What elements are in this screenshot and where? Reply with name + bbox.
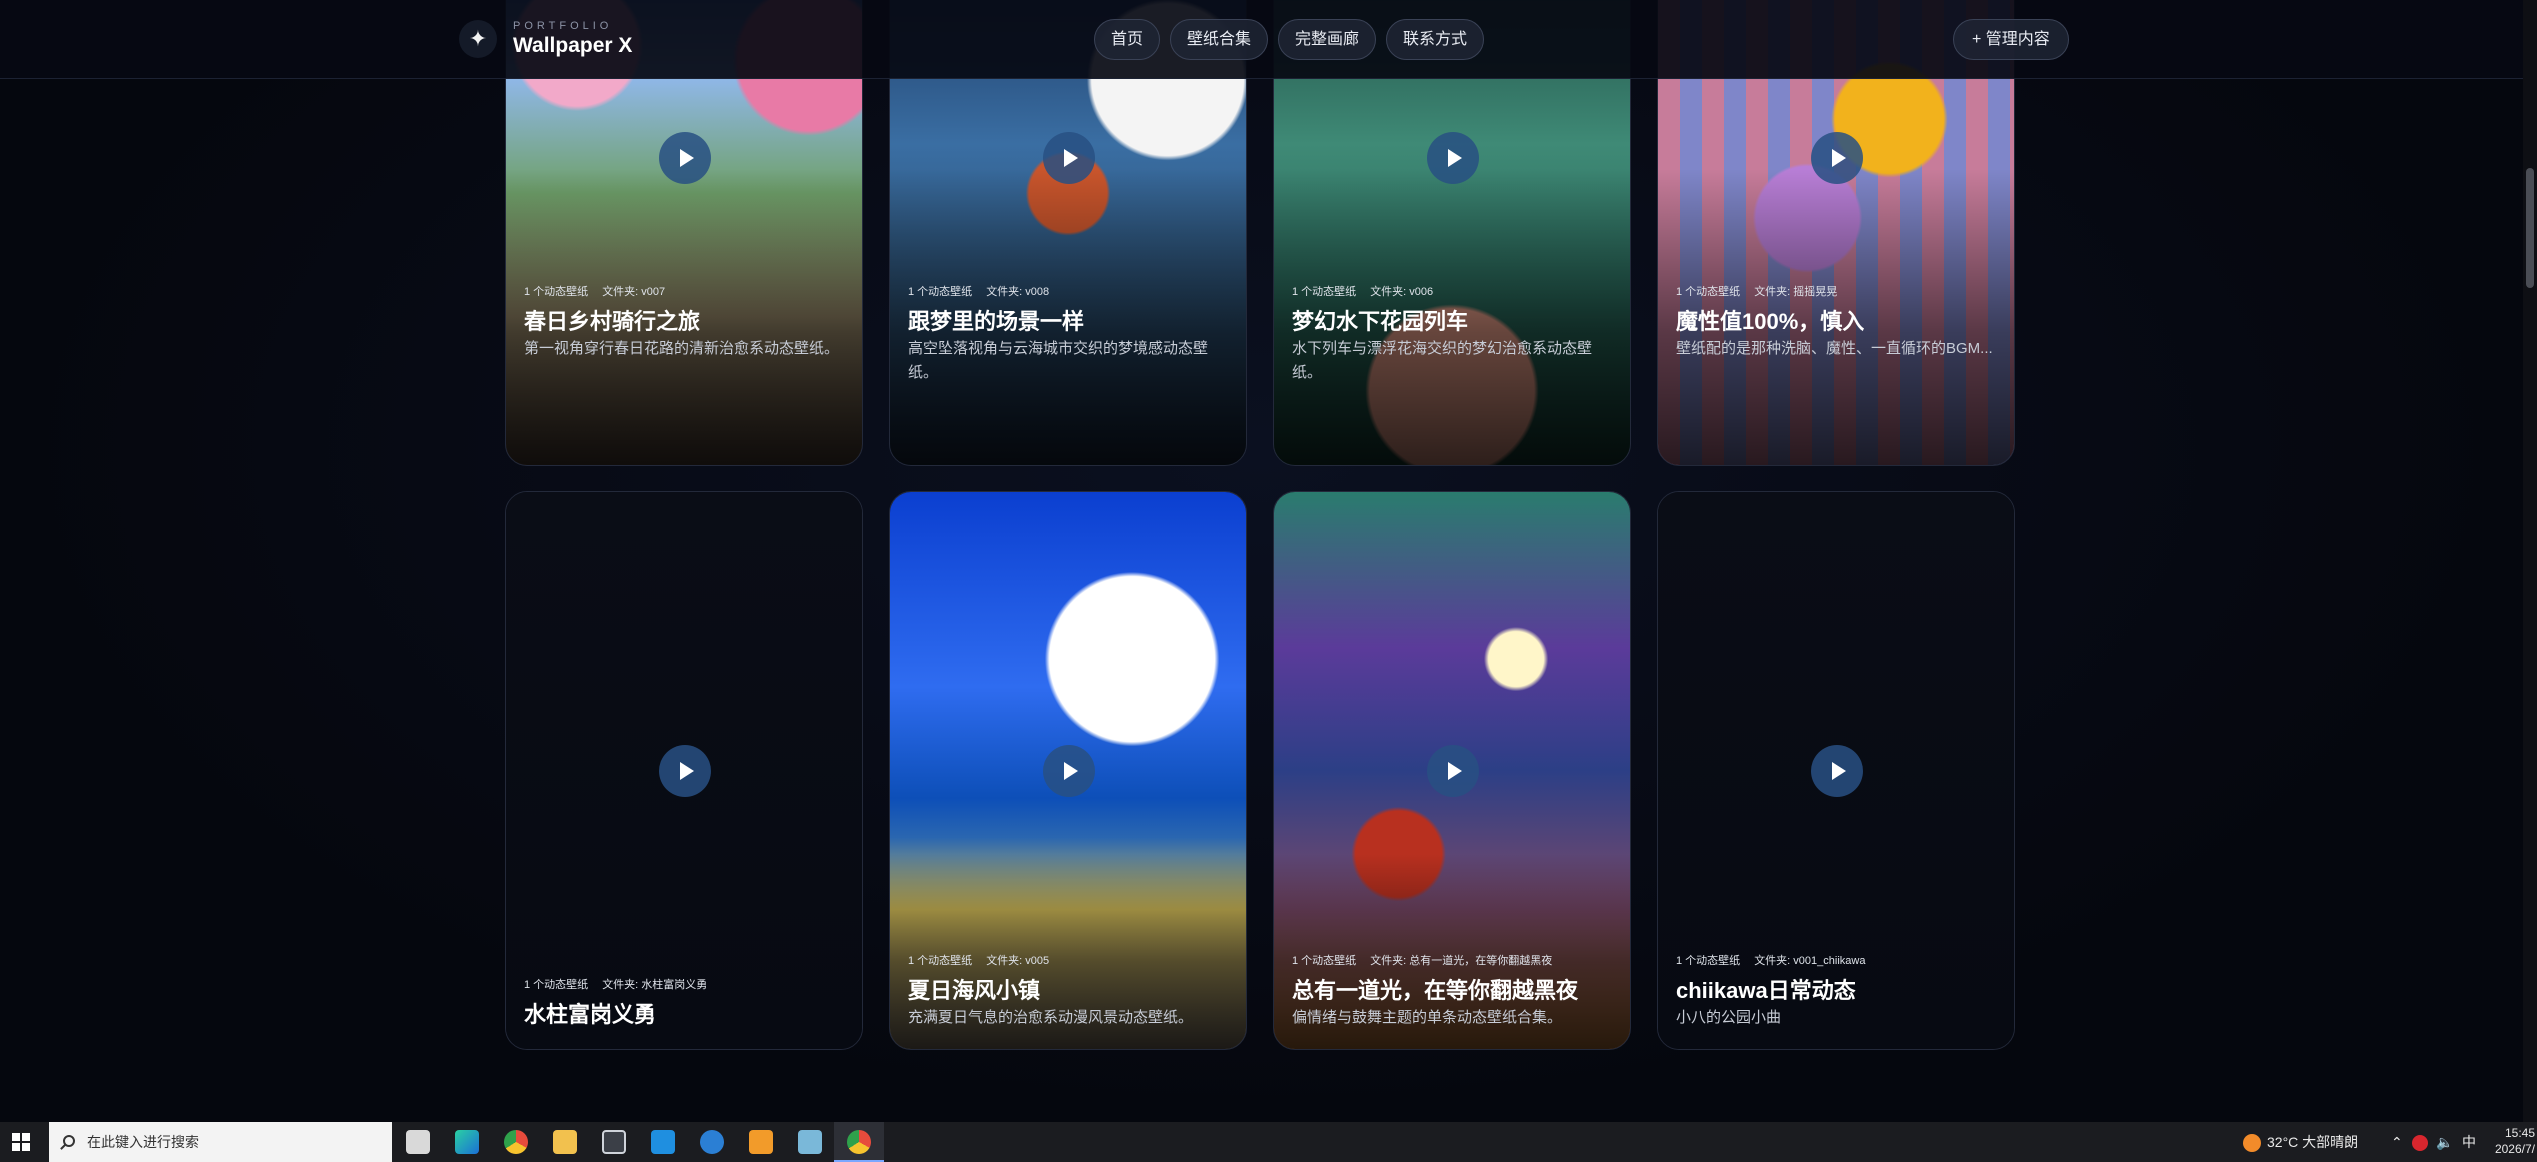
taskbar: 在此键入进行搜索 32°C 大部晴朗 ⌃ 🔈 中 15:45 2026/7/: [0, 1122, 2537, 1162]
wallpaper-card[interactable]: 1 个动态壁纸 文件夹: 水柱富岗义勇 水柱富岗义勇: [505, 491, 863, 1050]
calculator-icon[interactable]: [406, 1130, 430, 1154]
card-title: chiikawa日常动态: [1676, 978, 1856, 1003]
card-description: 第一视角穿行春日花路的清新治愈系动态壁纸。: [524, 340, 840, 357]
site-header: ✦ PORTFOLIO Wallpaper X 首页 壁纸合集 完整画廊 联系方…: [0, 0, 2523, 79]
volume-icon[interactable]: 🔈: [2436, 1122, 2453, 1162]
nav-contact[interactable]: 联系方式: [1386, 19, 1485, 60]
card-meta: 1 个动态壁纸 文件夹: 总有一道光，在等你翻越黑夜: [1292, 955, 1553, 967]
play-icon[interactable]: [1427, 745, 1479, 797]
play-icon[interactable]: [1811, 745, 1863, 797]
main-nav: 首页 壁纸合集 完整画廊 联系方式: [1094, 19, 1485, 60]
card-title: 水柱富岗义勇: [524, 1002, 657, 1027]
app-icon[interactable]: [798, 1130, 822, 1154]
play-icon[interactable]: [1427, 132, 1479, 184]
card-title: 夏日海风小镇: [908, 978, 1041, 1003]
file-explorer-icon[interactable]: [553, 1130, 577, 1154]
card-description: 壁纸配的是那种洗脑、魔性、一直循环的BGM...: [1676, 340, 1993, 357]
card-description: 小八的公园小曲: [1676, 1009, 1782, 1026]
chrome-icon[interactable]: [504, 1130, 528, 1154]
play-icon[interactable]: [659, 745, 711, 797]
card-description: 高空坠落视角与云海城市交织的梦境感动态壁纸。: [908, 340, 1209, 381]
wallpaper-card[interactable]: 1 个动态壁纸 文件夹: v001_chiikawa chiikawa日常动态 小…: [1657, 491, 2015, 1050]
sparkle-icon: ✦: [459, 20, 497, 58]
nav-collections[interactable]: 壁纸合集: [1170, 19, 1269, 60]
wallpaper-card[interactable]: 1 个动态壁纸 文件夹: 总有一道光，在等你翻越黑夜 总有一道光，在等你翻越黑夜 …: [1273, 491, 1631, 1050]
chevron-up-icon[interactable]: ⌃: [2391, 1122, 2403, 1162]
play-icon[interactable]: [1811, 132, 1863, 184]
scrollbar-thumb[interactable]: [2526, 168, 2534, 288]
play-icon[interactable]: [1043, 745, 1095, 797]
card-meta: 1 个动态壁纸 文件夹: v008: [908, 286, 1050, 298]
card-meta: 1 个动态壁纸 文件夹: v001_chiikawa: [1676, 955, 1866, 967]
card-meta: 1 个动态壁纸 文件夹: 摇摇晃晃: [1676, 286, 1838, 298]
taskbar-search-input[interactable]: 在此键入进行搜索: [49, 1122, 392, 1162]
vertical-scrollbar[interactable]: [2523, 0, 2537, 1122]
brand[interactable]: ✦ PORTFOLIO Wallpaper X: [459, 20, 632, 58]
manage-content-button[interactable]: + 管理内容: [1953, 19, 2069, 60]
browser-viewport: 1 个动态壁纸 文件夹: v007 春日乡村骑行之旅 第一视角穿行春日花路的清新治…: [0, 0, 2523, 1122]
card-title: 春日乡村骑行之旅: [524, 309, 701, 334]
card-title: 总有一道光，在等你翻越黑夜: [1292, 978, 1579, 1003]
card-meta: 1 个动态壁纸 文件夹: v006: [1292, 286, 1434, 298]
system-clock[interactable]: 15:45 2026/7/: [2490, 1125, 2535, 1157]
nav-gallery[interactable]: 完整画廊: [1278, 19, 1377, 60]
antivirus-icon[interactable]: [2412, 1122, 2428, 1162]
brand-kicker: PORTFOLIO: [513, 20, 613, 32]
weather-widget[interactable]: 32°C 大部晴朗: [2243, 1122, 2358, 1162]
todo-icon[interactable]: [700, 1130, 724, 1154]
chrome-active-window[interactable]: [834, 1122, 884, 1162]
windows-start-icon[interactable]: [12, 1133, 30, 1151]
vscode-icon[interactable]: [651, 1130, 675, 1154]
chrome-icon: [847, 1130, 871, 1154]
wallpaper-card[interactable]: 1 个动态壁纸 文件夹: v005 夏日海风小镇 充满夏日气息的治愈系动漫风景动态…: [889, 491, 1247, 1050]
notepad-icon[interactable]: [602, 1130, 626, 1154]
search-icon: [63, 1135, 75, 1147]
card-description: 水下列车与漂浮花海交织的梦幻治愈系动态壁纸。: [1292, 340, 1593, 381]
play-icon[interactable]: [1043, 132, 1095, 184]
card-title: 梦幻水下花园列车: [1292, 309, 1469, 334]
nav-home[interactable]: 首页: [1094, 19, 1161, 60]
card-meta: 1 个动态壁纸 文件夹: 水柱富岗义勇: [524, 979, 708, 991]
card-description: 偏情绪与鼓舞主题的单条动态壁纸合集。: [1292, 1009, 1563, 1026]
play-icon[interactable]: [659, 132, 711, 184]
card-title: 跟梦里的场景一样: [908, 309, 1085, 334]
card-title: 魔性值100%，慎入: [1676, 309, 1865, 334]
weather-icon: [2243, 1134, 2261, 1153]
store-icon[interactable]: [749, 1130, 773, 1154]
ime-indicator[interactable]: 中: [2462, 1122, 2476, 1162]
brand-title: Wallpaper X: [513, 34, 633, 57]
card-description: 充满夏日气息的治愈系动漫风景动态壁纸。: [908, 1009, 1194, 1026]
edge-icon[interactable]: [455, 1130, 479, 1154]
card-meta: 1 个动态壁纸 文件夹: v007: [524, 286, 666, 298]
card-meta: 1 个动态壁纸 文件夹: v005: [908, 955, 1050, 967]
